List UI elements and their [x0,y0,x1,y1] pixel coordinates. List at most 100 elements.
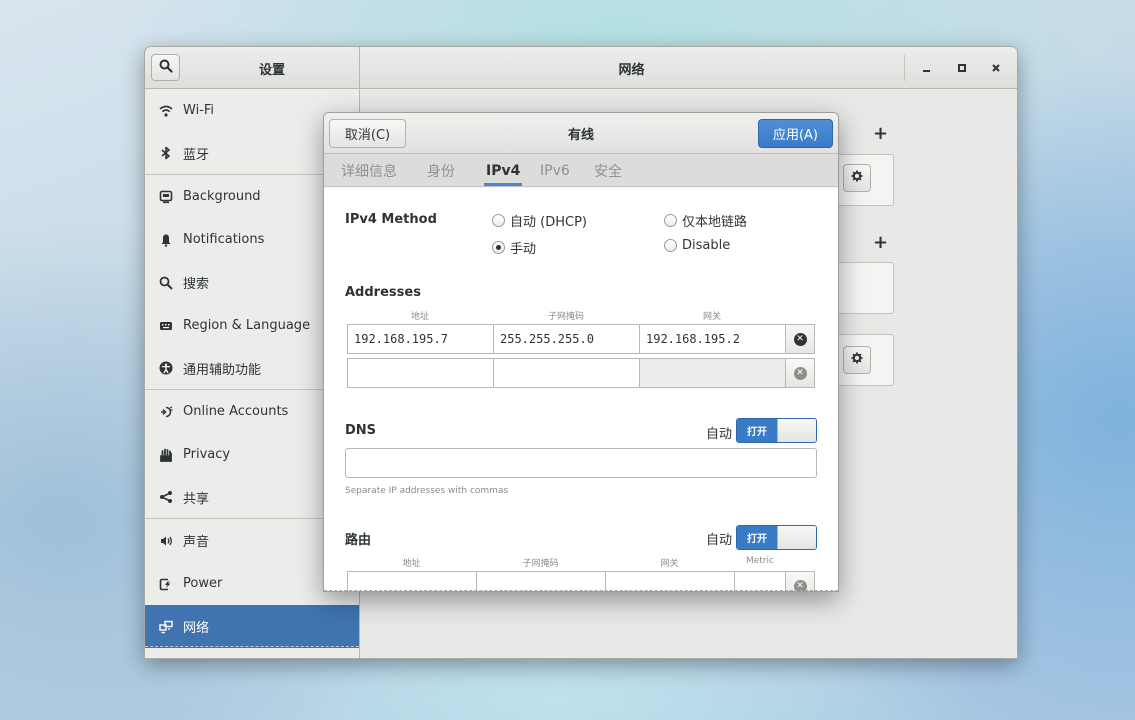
add-vpn-button[interactable]: + [873,232,888,253]
keyboard-icon [158,318,174,334]
route-netmask-input[interactable] [476,571,606,591]
method-manual-option[interactable]: 手动 [492,238,536,257]
netmask-input[interactable] [493,358,640,388]
bluetooth-icon [158,145,174,161]
route-address-input[interactable] [347,571,477,591]
delete-route-button[interactable]: ✕ [785,571,815,591]
delete-icon: ✕ [793,332,807,346]
gateway-input[interactable]: 192.168.195.2 [639,324,786,354]
dialog-bottom-edge [324,590,838,591]
sidebar-item-label: Online Accounts [183,404,289,419]
power-icon [158,576,174,592]
sidebar-item-label: Background [183,189,261,204]
ipv4-panel: IPv4 Method 自动 (DHCP) 仅本地链路 手动 Disable A… [324,188,838,591]
sidebar-item-network[interactable]: 网络 [145,605,359,648]
dns-hint: Separate IP addresses with commas [345,486,509,496]
route-metric-input[interactable] [734,571,786,591]
delete-icon: ✕ [793,366,807,380]
dns-label: DNS [345,423,377,438]
gear-icon [851,170,863,186]
route-col-metric: Metric [746,556,774,566]
minimize-button[interactable] [917,58,937,78]
network-icon [158,619,174,635]
route-gateway-input[interactable] [605,571,735,591]
route-col-gateway: 网关 [660,559,679,569]
wifi-icon [158,103,174,119]
dns-auto-switch[interactable]: 打开 [736,418,817,443]
share-icon [158,489,174,505]
addr-col-gateway: 网关 [702,312,721,322]
radio-link-local[interactable] [664,214,677,227]
sidebar-item-label: 网络 [183,621,210,636]
sidebar-item-label: 共享 [183,491,210,507]
method-dhcp-label: 自动 (DHCP) [510,215,587,230]
ipv4-method-label: IPv4 Method [345,212,437,227]
route-col-address: 地址 [402,559,421,569]
bell-icon [158,232,174,248]
addresses-label: Addresses [345,285,421,300]
sidebar-item-label: Power [183,576,223,591]
sidebar-item-label: 声音 [183,535,210,550]
switch-knob [777,526,816,549]
delete-address-button[interactable]: ✕ [785,358,815,388]
apply-button[interactable]: 应用(A) [758,119,833,148]
hand-icon [158,447,174,463]
dns-input[interactable] [345,448,817,478]
routes-auto-switch[interactable]: 打开 [736,525,817,550]
sidebar-bottom-edge [145,646,359,658]
method-disable-label: Disable [682,238,731,253]
tab-ipv6[interactable]: IPv6 [540,154,570,187]
tab-details[interactable]: 详细信息 [341,154,397,187]
search-icon [158,275,174,291]
tab-ipv4[interactable]: IPv4 [483,154,523,187]
sidebar-item-label: Notifications [183,232,265,247]
cancel-button[interactable]: 取消(C) [329,119,406,148]
dialog-header: 取消(C) 有线 应用(A) [324,113,838,154]
gear-icon [851,352,863,368]
window-controls-separator [904,55,905,81]
switch-knob [777,419,816,442]
search-icon [159,59,173,77]
sidebar-item-label: Region & Language [183,318,311,333]
switch-on-label: 打开 [737,419,777,442]
search-button[interactable] [151,54,180,81]
method-link-local-label: 仅本地链路 [682,215,748,230]
wired-settings-button[interactable] [843,164,871,192]
radio-dhcp[interactable] [492,214,505,227]
dialog-title: 有线 [567,128,594,143]
addr-col-address: 地址 [410,312,429,322]
method-link-local-option[interactable]: 仅本地链路 [664,211,747,230]
delete-address-button[interactable]: ✕ [785,324,815,354]
close-button[interactable] [986,58,1006,78]
sidebar-item-label: Wi-Fi [183,103,215,118]
netmask-input[interactable]: 255.255.255.0 [493,324,640,354]
header-left: 设置 [145,47,360,89]
sidebar-item-label: Privacy [183,447,231,462]
routes-auto-label: 自动 [706,533,733,548]
radio-manual[interactable] [492,241,505,254]
dialog-tabs: 详细信息 身份 IPv4 IPv6 安全 [324,154,838,187]
radio-disable[interactable] [664,239,677,252]
gateway-input[interactable] [639,358,786,388]
proxy-settings-button[interactable] [843,346,871,374]
route-row: ✕ [347,571,815,591]
sidebar-item-label: 搜索 [183,277,210,292]
maximize-button[interactable] [952,58,972,78]
address-row: ✕ [347,358,815,388]
address-input[interactable] [347,358,494,388]
address-input[interactable]: 192.168.195.7 [347,324,494,354]
method-disable-option[interactable]: Disable [664,238,730,253]
background-icon [158,189,174,205]
address-row: 192.168.195.7 255.255.255.0 192.168.195.… [347,324,815,354]
route-col-netmask: 子网掩码 [522,559,559,569]
switch-on-label: 打开 [737,526,777,549]
add-wired-button[interactable]: + [873,123,888,144]
tab-identity[interactable]: 身份 [427,154,455,187]
method-dhcp-option[interactable]: 自动 (DHCP) [492,211,587,230]
tab-security[interactable]: 安全 [594,154,622,187]
routes-label: 路由 [345,533,372,548]
wired-dialog: 取消(C) 有线 应用(A) 详细信息 身份 IPv4 IPv6 安全 IPv4… [323,112,839,592]
method-manual-label: 手动 [510,242,537,257]
sidebar-item-label: 通用辅助功能 [183,362,262,378]
speaker-icon [158,533,174,549]
